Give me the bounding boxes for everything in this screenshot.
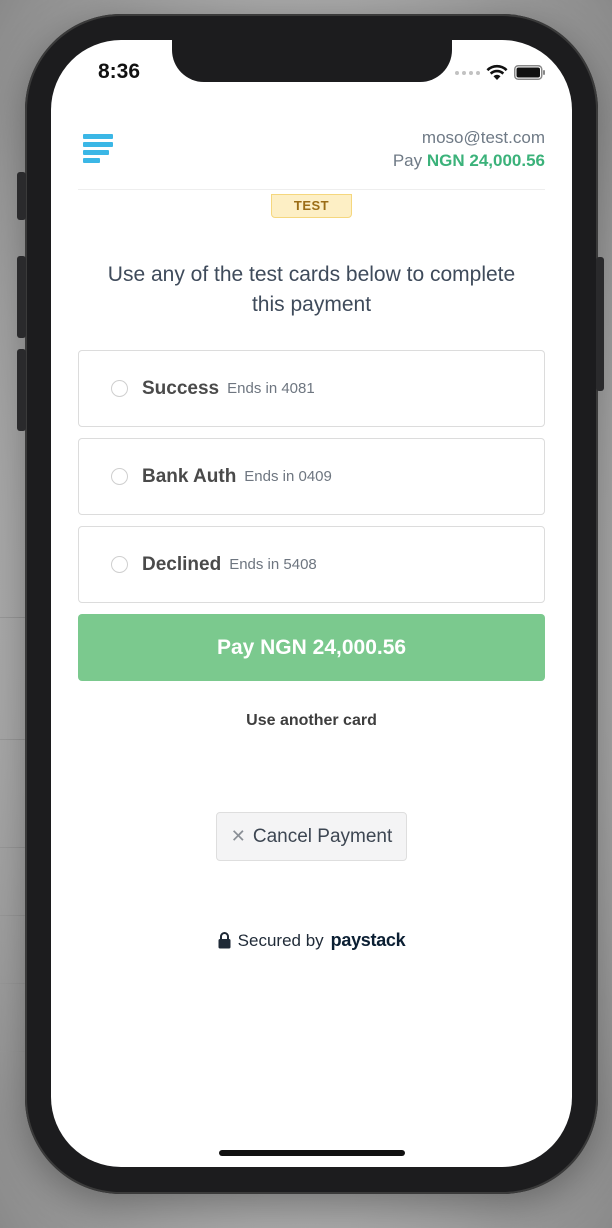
test-card-option[interactable]: Declined Ends in 5408: [78, 526, 545, 603]
notch: [172, 40, 452, 82]
pay-summary: Pay NGN 24,000.56: [393, 151, 545, 171]
radio-button[interactable]: [111, 468, 128, 485]
card-name: Bank Auth: [142, 465, 237, 487]
secured-by-footer: Secured by paystack: [51, 930, 572, 951]
instruction-text: Use any of the test cards below to compl…: [107, 263, 516, 316]
card-last-digits: Ends in 4081: [227, 380, 315, 397]
card-last-digits: Ends in 0409: [244, 468, 332, 485]
mute-switch: [17, 172, 26, 220]
card-name: Success: [142, 377, 220, 399]
paystack-logo-icon: [83, 134, 115, 166]
use-another-card-link[interactable]: Use another card: [51, 712, 572, 730]
signal-dots-icon: [455, 70, 480, 75]
status-icons: [455, 64, 546, 81]
volume-down-button: [17, 349, 26, 431]
power-button: [596, 257, 604, 391]
lock-icon: [218, 932, 231, 949]
pay-prefix: Pay: [392, 151, 423, 170]
battery-icon: [514, 65, 545, 80]
test-card-option[interactable]: Bank Auth Ends in 0409: [78, 438, 545, 515]
customer-email: moso@test.com: [421, 128, 545, 147]
radio-button[interactable]: [111, 556, 128, 573]
volume-up-button: [17, 256, 26, 338]
wifi-icon: [486, 64, 508, 80]
home-indicator[interactable]: [219, 1150, 405, 1156]
checkout-header: moso@test.com Pay NGN 24,000.56: [78, 128, 545, 190]
card-last-digits: Ends in 5408: [229, 556, 317, 573]
close-icon: ✕: [230, 826, 246, 846]
screen: 8:36 moso@test.com Pay NGN 24,000.56 TES…: [51, 40, 572, 1167]
cancel-payment-label: Cancel Payment: [252, 825, 393, 847]
test-mode-badge: TEST: [271, 194, 352, 218]
pay-amount: NGN 24,000.56: [426, 151, 545, 170]
cancel-payment-button[interactable]: ✕ Cancel Payment: [216, 812, 407, 861]
card-name: Declined: [142, 553, 222, 575]
paystack-brand: paystack: [330, 930, 406, 950]
secured-by-label: Secured by: [237, 930, 324, 950]
status-time: 8:36: [98, 60, 141, 83]
radio-button[interactable]: [111, 380, 128, 397]
test-card-option[interactable]: Success Ends in 4081: [78, 350, 545, 427]
pay-button[interactable]: Pay NGN 24,000.56: [78, 614, 545, 681]
